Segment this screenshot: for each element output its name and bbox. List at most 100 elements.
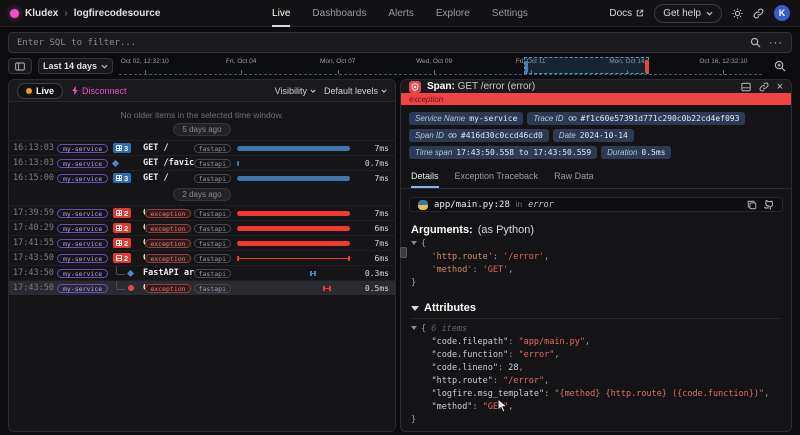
tab-raw-data[interactable]: Raw Data bbox=[554, 167, 594, 188]
span-count-badge[interactable]: 2 bbox=[113, 253, 131, 263]
service-name-chip: Service Name my-service bbox=[409, 112, 523, 125]
more-options-button[interactable]: ··· bbox=[769, 37, 783, 49]
chip-value: 0.5ms bbox=[641, 148, 665, 157]
nav-tab-explore[interactable]: Explore bbox=[436, 0, 470, 27]
trace-row-bar-area bbox=[237, 223, 355, 233]
timeline-selection[interactable] bbox=[524, 57, 649, 74]
span-count-badge[interactable]: 3 bbox=[113, 143, 131, 153]
link-icon bbox=[448, 132, 457, 139]
expand-badge-icon bbox=[116, 145, 122, 151]
panel-resize-handle[interactable] bbox=[400, 247, 407, 258]
tab-details[interactable]: Details bbox=[411, 167, 439, 188]
get-help-button[interactable]: Get help bbox=[654, 4, 722, 23]
user-avatar[interactable]: K bbox=[774, 5, 790, 21]
trace-row[interactable]: 17:41:55my-service2GET /errorexceptionfa… bbox=[9, 235, 395, 250]
sun-icon bbox=[732, 8, 743, 19]
timeline-tick-mark bbox=[241, 70, 242, 74]
collapse-caret[interactable] bbox=[411, 241, 417, 245]
sidebar-toggle-icon bbox=[15, 62, 25, 71]
trace-row[interactable]: 17:39:59my-service2GET /errorexceptionfa… bbox=[9, 205, 395, 220]
trace-row[interactable]: 17:40:29my-service2GET /errorexceptionfa… bbox=[9, 220, 395, 235]
trace-row[interactable]: 17:43:50my-service2GET /errorexceptionfa… bbox=[9, 250, 395, 265]
trace-row[interactable]: 16:13:03my-service3GET /fastapi7ms bbox=[9, 140, 395, 155]
tab-exception-traceback[interactable]: Exception Traceback bbox=[455, 167, 539, 188]
arguments-heading: Arguments: (as Python) bbox=[401, 216, 791, 238]
nav-tab-settings[interactable]: Settings bbox=[492, 0, 528, 27]
search-icon[interactable] bbox=[750, 37, 761, 48]
timeline-tick-label: Oct 16, 12:32:10 bbox=[699, 58, 747, 65]
fastapi-tag: fastapi bbox=[194, 159, 231, 168]
trace-row-bar-area bbox=[237, 173, 355, 183]
navbar-actions: Docs Get help K bbox=[550, 4, 790, 23]
docs-link[interactable]: Docs bbox=[609, 8, 644, 19]
span-count-badge[interactable]: 2 bbox=[113, 238, 131, 248]
arguments-subheading: (as Python) bbox=[478, 224, 534, 236]
nav-tab-dashboards[interactable]: Dashboards bbox=[312, 0, 366, 27]
service-tag: my-service bbox=[57, 144, 108, 153]
group-divider: 2 days ago bbox=[9, 185, 395, 205]
timeline-tick-label: Oct 02, 12:32:10 bbox=[121, 58, 169, 65]
timeline-tick-mark bbox=[434, 70, 435, 74]
code-line: } bbox=[411, 414, 781, 427]
docs-label: Docs bbox=[609, 8, 632, 19]
github-icon[interactable] bbox=[763, 200, 774, 210]
fastapi-tag: fastapi bbox=[194, 269, 231, 278]
sql-filter-input[interactable] bbox=[17, 38, 742, 48]
span-id-chip[interactable]: Span ID #416d30c0ccd46cd0 bbox=[409, 129, 549, 142]
fastapi-tag: fastapi bbox=[194, 144, 231, 153]
nav-tab-alerts[interactable]: Alerts bbox=[388, 0, 414, 27]
code-token: "code.lineno" bbox=[431, 363, 498, 373]
span-count-badge[interactable]: 3 bbox=[113, 173, 131, 183]
time-range-dropdown[interactable]: Last 14 days bbox=[38, 58, 113, 74]
disconnect-button[interactable]: Disconnect bbox=[71, 86, 127, 96]
timeline-track[interactable]: Oct 02, 12:32:10Fri, Oct 04Mon, Oct 07We… bbox=[119, 57, 762, 75]
attributes-collapse-caret[interactable] bbox=[411, 306, 419, 311]
trace-row[interactable]: 17:43:50my-serviceGET /error (error)exce… bbox=[9, 280, 395, 295]
live-button[interactable]: Live bbox=[17, 83, 63, 99]
link-icon[interactable] bbox=[759, 82, 769, 92]
trace-row[interactable]: 16:13:03my-serviceGET /favicon.icofastap… bbox=[9, 155, 395, 170]
collapse-caret[interactable] bbox=[411, 326, 417, 330]
trace-row-time: 16:13:03 bbox=[13, 143, 57, 153]
span-kind-label: Span: bbox=[427, 81, 455, 92]
timeline-zoom-button[interactable] bbox=[768, 58, 792, 74]
span-title: Span: GET /error (error) bbox=[427, 81, 735, 92]
attributes-divider bbox=[411, 318, 781, 319]
trace-row-title: FastAPI arguments bbox=[143, 268, 194, 278]
breadcrumb-project[interactable]: logfirecodesource bbox=[74, 8, 161, 19]
code-token: } bbox=[411, 278, 416, 288]
default-levels-dropdown[interactable]: Default levels bbox=[324, 86, 387, 96]
theme-toggle-button[interactable] bbox=[732, 8, 743, 19]
group-divider-pill[interactable]: 2 days ago bbox=[173, 188, 230, 201]
trace-row-tags: fastapi bbox=[194, 159, 231, 168]
dock-panel-icon[interactable] bbox=[741, 82, 751, 92]
close-icon[interactable]: × bbox=[777, 82, 783, 92]
code-token: "{method} {http.route} ({code.function})… bbox=[554, 389, 764, 399]
breadcrumb-org[interactable]: Kludex bbox=[25, 8, 58, 19]
duration-bar bbox=[237, 161, 239, 166]
code-token: { bbox=[421, 324, 431, 334]
copy-icon[interactable] bbox=[747, 200, 757, 210]
trace-row[interactable]: 17:43:50my-serviceFastAPI argumentsfasta… bbox=[9, 265, 395, 280]
chip-value: 2024-10-14 bbox=[580, 131, 628, 140]
sidebar-toggle-button[interactable] bbox=[8, 58, 32, 74]
code-token: : bbox=[472, 265, 482, 275]
trace-row[interactable]: 16:15:00my-service3GET /fastapi7ms bbox=[9, 170, 395, 185]
group-divider-pill[interactable]: 5 days ago bbox=[173, 123, 230, 136]
exception-tag: exception bbox=[145, 284, 190, 293]
fastapi-tag: fastapi bbox=[194, 174, 231, 183]
zoom-in-icon bbox=[774, 60, 786, 72]
trace-id-chip[interactable]: Trace ID #f1c60e57391d771c290c0b22cd4ef0… bbox=[527, 112, 745, 125]
trace-row-lead: 2 bbox=[113, 223, 143, 233]
span-count-badge[interactable]: 2 bbox=[113, 223, 131, 233]
code-line: 'http.route': '/error', bbox=[411, 251, 781, 264]
trace-row-bar-area bbox=[237, 238, 355, 248]
logfire-logo-icon[interactable] bbox=[10, 9, 19, 18]
code-token: : bbox=[508, 337, 518, 347]
share-link-button[interactable] bbox=[753, 8, 764, 19]
span-count-badge[interactable]: 2 bbox=[113, 208, 131, 218]
visibility-dropdown[interactable]: Visibility bbox=[275, 86, 316, 96]
nav-tab-live[interactable]: Live bbox=[272, 0, 290, 27]
chip-label: Time span bbox=[415, 148, 452, 157]
trace-row-tags: exceptionfastapi bbox=[145, 284, 231, 293]
